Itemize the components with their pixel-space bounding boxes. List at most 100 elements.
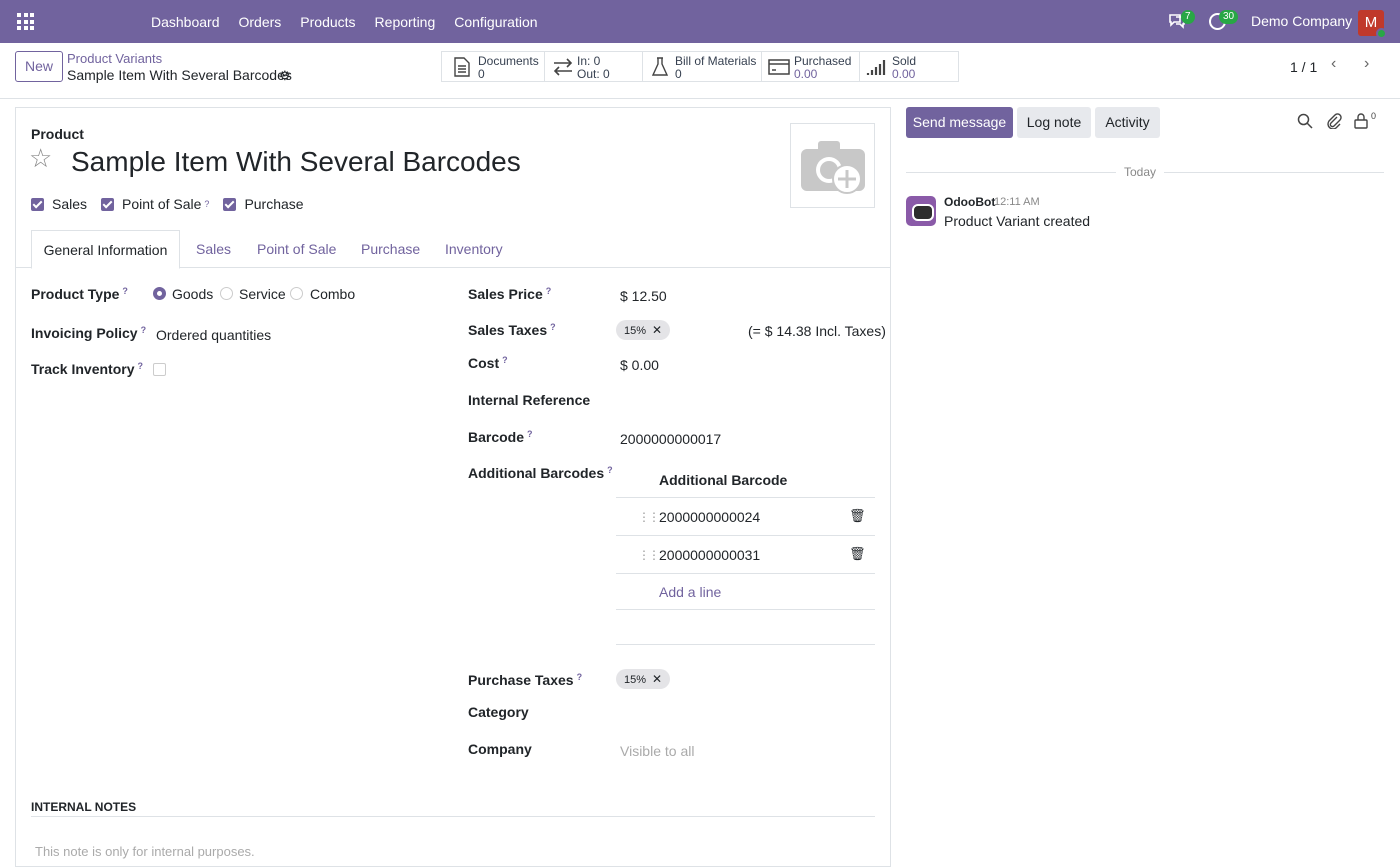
trash-icon[interactable]: 🗑 bbox=[849, 546, 866, 562]
sales-checkbox[interactable]: Sales bbox=[31, 196, 87, 212]
table-row[interactable]: ⋮⋮ 2000000000024 🗑 bbox=[616, 498, 875, 536]
checkbox-checked[interactable] bbox=[223, 197, 237, 211]
radio-combo[interactable] bbox=[290, 287, 303, 300]
help-icon[interactable]: ? bbox=[141, 325, 147, 335]
remove-tag-icon[interactable]: ✕ bbox=[652, 323, 662, 337]
star-icon[interactable]: ☆ bbox=[29, 143, 52, 174]
help-icon[interactable]: ? bbox=[204, 199, 209, 209]
help-icon[interactable]: ? bbox=[122, 286, 128, 296]
cost-field[interactable]: $ 0.00 bbox=[620, 357, 659, 373]
activity-button[interactable]: Activity bbox=[1095, 107, 1160, 138]
invoicing-policy-text: Invoicing Policy bbox=[31, 325, 138, 341]
purchased-button[interactable]: Purchased 0.00 bbox=[762, 52, 860, 81]
pager-next-icon[interactable]: › bbox=[1364, 55, 1369, 73]
tab-inventory[interactable]: Inventory bbox=[445, 230, 503, 268]
sales-tax-tag[interactable]: 15% ✕ bbox=[616, 320, 671, 340]
menu-configuration[interactable]: Configuration bbox=[454, 14, 537, 30]
barcode-value[interactable]: 2000000000024 bbox=[659, 509, 760, 525]
company-field[interactable]: Visible to all bbox=[620, 743, 694, 759]
purchase-check-label: Purchase bbox=[244, 196, 304, 212]
barcode-value[interactable]: 2000000000031 bbox=[659, 547, 760, 563]
product-name-field[interactable]: Sample Item With Several Barcodes bbox=[71, 146, 521, 178]
invoicing-policy-field[interactable]: Ordered quantities bbox=[156, 327, 271, 343]
radio-goods[interactable] bbox=[153, 287, 166, 300]
drag-handle-icon[interactable]: ⋮⋮ bbox=[638, 510, 660, 524]
checkbox-checked[interactable] bbox=[101, 197, 115, 211]
drag-handle-icon[interactable]: ⋮⋮ bbox=[638, 548, 660, 562]
breadcrumb-parent[interactable]: Product Variants bbox=[67, 51, 162, 66]
help-icon[interactable]: ? bbox=[502, 355, 508, 365]
table-row[interactable]: ⋮⋮ 2000000000031 🗑 bbox=[616, 536, 875, 574]
radio-service[interactable] bbox=[220, 287, 233, 300]
add-line-link[interactable]: Add a line bbox=[616, 574, 875, 610]
bill-of-materials-button[interactable]: Bill of Materials 0 bbox=[643, 52, 762, 81]
radio-goods-label: Goods bbox=[172, 286, 214, 302]
followers-icon[interactable] bbox=[1354, 113, 1368, 129]
help-icon[interactable]: ? bbox=[577, 672, 583, 682]
trash-icon[interactable]: 🗑 bbox=[849, 508, 866, 524]
company-switcher[interactable]: Demo Company bbox=[1251, 13, 1352, 29]
sales-price-text: Sales Price bbox=[468, 286, 543, 302]
bom-count: 0 bbox=[675, 67, 682, 81]
paperclip-icon[interactable] bbox=[1326, 113, 1342, 129]
gear-icon[interactable]: ⚙ bbox=[279, 68, 291, 84]
sold-button[interactable]: Sold 0.00 bbox=[860, 52, 958, 81]
new-button[interactable]: New bbox=[15, 51, 63, 82]
barcode-field[interactable]: 2000000000017 bbox=[620, 431, 721, 447]
help-icon[interactable]: ? bbox=[138, 361, 144, 371]
bom-label: Bill of Materials bbox=[675, 54, 757, 68]
product-image-field[interactable] bbox=[790, 123, 875, 208]
tab-purchase[interactable]: Purchase bbox=[361, 230, 420, 268]
message-author[interactable]: OdooBot bbox=[944, 195, 995, 209]
sales-price-field[interactable]: $ 12.50 bbox=[620, 288, 667, 304]
internal-notes-field[interactable]: This note is only for internal purposes. bbox=[35, 844, 255, 859]
form-sheet: Product ☆ Sample Item With Several Barco… bbox=[15, 107, 891, 867]
send-message-button[interactable]: Send message bbox=[906, 107, 1013, 138]
tab-general-information[interactable]: General Information bbox=[31, 230, 180, 269]
checkbox-checked[interactable] bbox=[31, 197, 44, 211]
user-avatar[interactable]: M bbox=[1358, 10, 1387, 39]
documents-button[interactable]: Documents 0 bbox=[442, 52, 545, 81]
additional-barcodes-text: Additional Barcodes bbox=[468, 465, 605, 481]
menu-dashboard[interactable]: Dashboard bbox=[151, 14, 220, 30]
app-grid-icon[interactable] bbox=[17, 13, 34, 30]
incl-taxes-text: (= $ 14.38 Incl. Taxes) bbox=[748, 323, 886, 339]
tab-point-of-sale[interactable]: Point of Sale bbox=[257, 230, 336, 268]
product-type-text: Product Type bbox=[31, 286, 120, 302]
search-icon[interactable] bbox=[1297, 113, 1313, 129]
internal-reference-label: Internal Reference bbox=[468, 392, 591, 408]
invoicing-policy-label: Invoicing Policy? bbox=[31, 325, 146, 341]
credit-card-icon bbox=[768, 59, 790, 75]
signal-icon bbox=[866, 60, 886, 75]
barcode-label: Barcode? bbox=[468, 429, 533, 445]
company-label: Company bbox=[468, 741, 532, 757]
followers-count: 0 bbox=[1371, 111, 1377, 121]
pos-checkbox[interactable]: Point of Sale? bbox=[101, 196, 209, 212]
radio-service-label: Service bbox=[239, 286, 286, 302]
log-note-button[interactable]: Log note bbox=[1017, 107, 1091, 138]
track-inventory-checkbox[interactable] bbox=[153, 363, 166, 376]
odoobot-avatar bbox=[906, 196, 936, 226]
tab-sales[interactable]: Sales bbox=[196, 230, 231, 268]
control-panel: New Product Variants Sample Item With Se… bbox=[0, 43, 1400, 99]
purchase-checkbox[interactable]: Purchase bbox=[223, 196, 304, 212]
documents-label: Documents bbox=[478, 54, 539, 68]
menu-products[interactable]: Products bbox=[300, 14, 355, 30]
pager-value[interactable]: 1 / 1 bbox=[1290, 59, 1317, 75]
out-count: Out: 0 bbox=[577, 67, 610, 81]
sales-taxes-text: Sales Taxes bbox=[468, 322, 548, 338]
help-icon[interactable]: ? bbox=[550, 322, 556, 332]
purchase-tax-tag[interactable]: 15% ✕ bbox=[616, 669, 671, 689]
category-label: Category bbox=[468, 704, 529, 720]
date-separator: Today bbox=[1116, 165, 1165, 179]
menu-orders[interactable]: Orders bbox=[239, 14, 282, 30]
help-icon[interactable]: ? bbox=[527, 429, 533, 439]
pager-previous-icon[interactable]: ‹ bbox=[1331, 55, 1336, 73]
remove-tag-icon[interactable]: ✕ bbox=[652, 672, 662, 686]
in-out-button[interactable]: In: 0 Out: 0 bbox=[545, 52, 643, 81]
help-icon[interactable]: ? bbox=[607, 465, 613, 475]
sales-price-label: Sales Price? bbox=[468, 286, 551, 302]
help-icon[interactable]: ? bbox=[546, 286, 552, 296]
menu-reporting[interactable]: Reporting bbox=[375, 14, 436, 30]
empty-row bbox=[616, 610, 875, 645]
